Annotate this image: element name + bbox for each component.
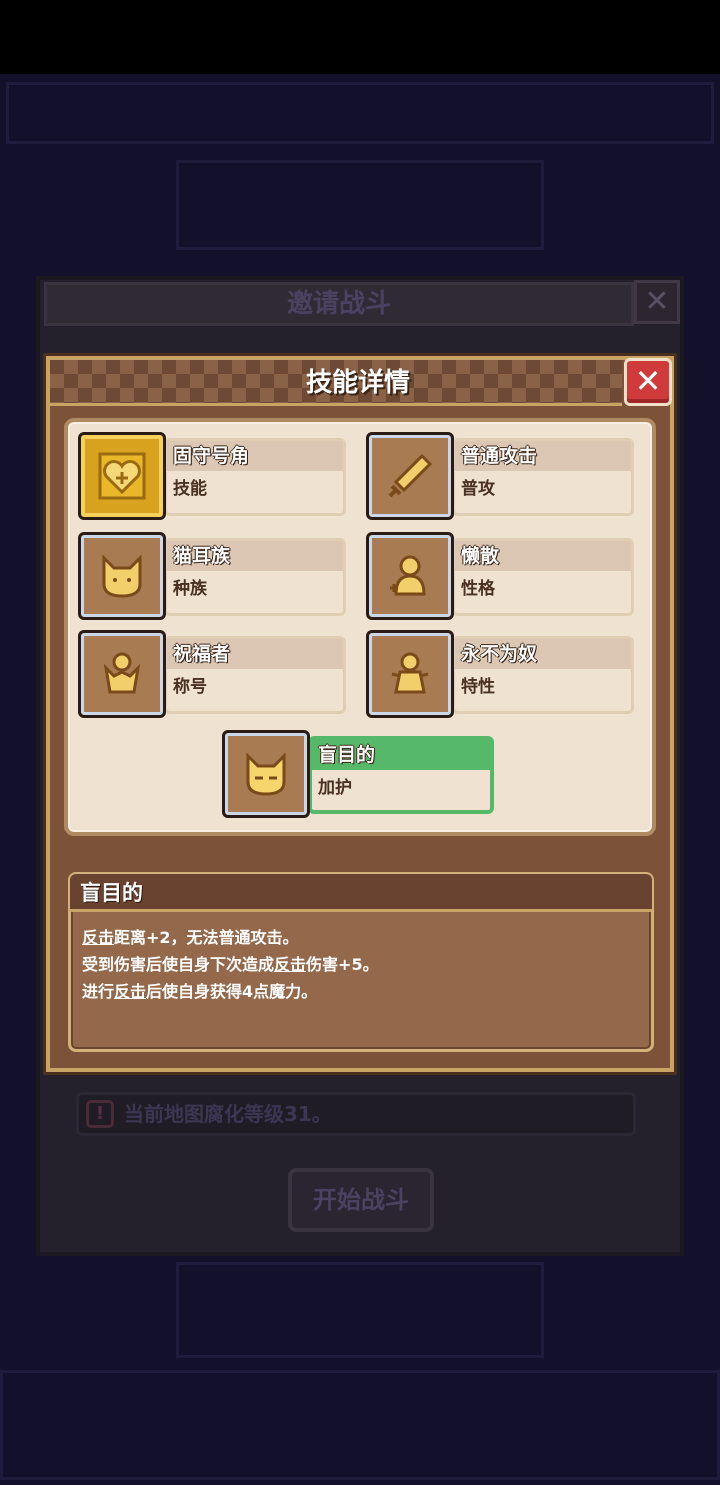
description-text-part: 进行 <box>82 982 115 1001</box>
background-frame <box>0 1370 720 1480</box>
blessed-figure-icon <box>78 630 166 718</box>
skill-type: 加护 <box>318 778 352 798</box>
background-frame <box>6 82 714 144</box>
description-text-part: 距离+2，无法普通攻击。 <box>114 928 299 947</box>
skill-item-catear[interactable]: 猫耳族 种族 <box>78 532 346 622</box>
skill-name: 猫耳族 <box>167 541 343 571</box>
description-text-part: 受到伤害后使自身下次造成 <box>82 955 275 974</box>
description-line-1: 反击距离+2，无法普通攻击。 <box>82 924 642 951</box>
skill-item-attack[interactable]: 普通攻击 普攻 <box>366 432 634 522</box>
keyword-link[interactable]: 反击 <box>82 928 114 947</box>
description-header <box>70 874 652 912</box>
skill-type: 特性 <box>461 677 495 697</box>
description-text: 反击距离+2，无法普通攻击。 受到伤害后使自身下次造成反击伤害+5。 进行反击后… <box>82 924 642 1005</box>
skill-name: 普通攻击 <box>455 441 631 471</box>
corruption-notice-text: 当前地图腐化等级31。 <box>124 1102 332 1126</box>
keyword-link[interactable]: 反击 <box>114 982 146 1001</box>
background-frame <box>176 1262 544 1358</box>
start-battle-button[interactable]: 开始战斗 <box>288 1168 434 1232</box>
cat-head-icon <box>78 532 166 620</box>
skill-name: 盲目的 <box>312 740 490 770</box>
blind-cat-icon <box>222 730 310 818</box>
keyword-link[interactable]: 反击 <box>274 955 306 974</box>
invite-dialog-title: 邀请战斗 <box>286 289 391 319</box>
skill-name: 懒散 <box>455 541 631 571</box>
skill-type: 性格 <box>461 579 495 599</box>
skill-name: 永不为奴 <box>455 639 631 669</box>
golden-heart-shield-icon <box>78 432 166 520</box>
lazy-figure-icon <box>366 532 454 620</box>
sword-icon <box>366 432 454 520</box>
skill-type: 种族 <box>173 579 207 599</box>
free-figure-icon <box>366 630 454 718</box>
description-line-3: 进行反击后使自身获得4点魔力。 <box>82 978 642 1005</box>
skill-type: 技能 <box>173 479 207 499</box>
skill-item-horn[interactable]: 固守号角 技能 <box>78 432 346 522</box>
skill-name: 祝福者 <box>167 639 343 669</box>
close-icon: ✕ <box>634 362 662 400</box>
skill-type: 普攻 <box>461 479 495 499</box>
description-title: 盲目的 <box>80 881 143 905</box>
skill-item-neverslave[interactable]: 永不为奴 特性 <box>366 630 634 720</box>
dialog-title: 技能详情 <box>305 368 410 398</box>
description-text-part: 后使自身获得4点魔力。 <box>146 982 318 1001</box>
close-button[interactable]: ✕ <box>624 358 672 406</box>
skill-name: 固守号角 <box>167 441 343 471</box>
description-line-2: 受到伤害后使自身下次造成反击伤害+5。 <box>82 951 642 978</box>
invite-close-button[interactable]: ✕ <box>634 280 680 324</box>
skill-item-blesser[interactable]: 祝福者 称号 <box>78 630 346 720</box>
warning-icon: ! <box>86 1100 114 1128</box>
background-frame <box>176 160 544 250</box>
skill-item-blind[interactable]: 盲目的 加护 <box>222 730 494 820</box>
status-bar <box>0 0 720 74</box>
skill-type: 称号 <box>173 677 207 697</box>
skill-item-lazy[interactable]: 懒散 性格 <box>366 532 634 622</box>
description-text-part: 伤害+5。 <box>306 955 379 974</box>
